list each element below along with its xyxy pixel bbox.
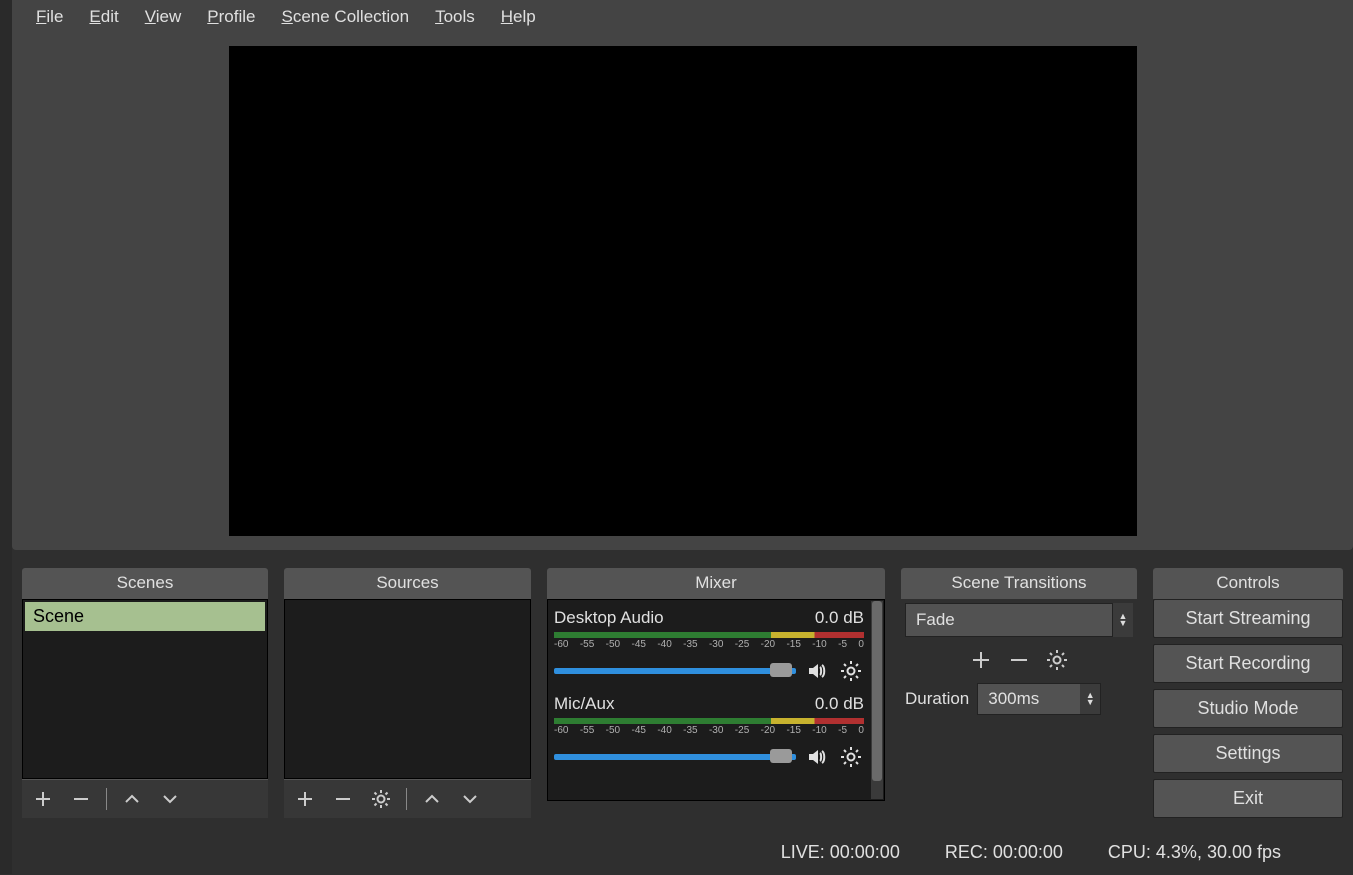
source-properties-button[interactable]	[368, 786, 394, 812]
settings-button[interactable]: Settings	[1153, 734, 1343, 773]
preview-area	[12, 34, 1353, 550]
scenes-title: Scenes	[22, 568, 268, 599]
menu-file[interactable]: File	[36, 7, 63, 27]
status-cpu: CPU: 4.3%, 30.00 fps	[1108, 842, 1281, 863]
volume-slider[interactable]	[554, 668, 796, 674]
channel-db: 0.0 dB	[815, 694, 864, 714]
panels-row: Scenes Scene Sources Mixer	[12, 550, 1353, 826]
volume-meter	[554, 632, 864, 638]
duration-label: Duration	[905, 689, 969, 709]
gear-icon[interactable]	[838, 744, 864, 770]
audio-channel: Desktop Audio 0.0 dB -60-55-50-45-40-35-…	[548, 600, 870, 686]
menu-view[interactable]: View	[145, 7, 182, 27]
move-source-down-button[interactable]	[457, 786, 483, 812]
transition-select[interactable]: Fade	[905, 603, 1113, 637]
scene-item[interactable]: Scene	[25, 602, 265, 631]
speaker-icon[interactable]	[804, 744, 830, 770]
audio-channel: Mic/Aux 0.0 dB -60-55-50-45-40-35-30-25-…	[548, 686, 870, 772]
move-scene-up-button[interactable]	[119, 786, 145, 812]
menu-edit[interactable]: Edit	[89, 7, 118, 27]
move-source-up-button[interactable]	[419, 786, 445, 812]
status-live: LIVE: 00:00:00	[781, 842, 900, 863]
slider-thumb[interactable]	[770, 749, 792, 763]
scenes-panel: Scenes Scene	[22, 568, 268, 818]
transitions-panel: Scene Transitions Fade ▲▼ Duration 300ms…	[901, 568, 1137, 818]
divider	[106, 788, 107, 810]
sources-title: Sources	[284, 568, 531, 599]
exit-button[interactable]: Exit	[1153, 779, 1343, 818]
meter-marks: -60-55-50-45-40-35-30-25-20-15-10-50	[554, 725, 864, 736]
mixer-panel: Mixer Desktop Audio 0.0 dB -60-55-50-45-…	[547, 568, 885, 818]
channel-name: Mic/Aux	[554, 694, 614, 714]
menu-scene-collection[interactable]: Scene Collection	[281, 7, 409, 27]
volume-slider[interactable]	[554, 754, 796, 760]
move-scene-down-button[interactable]	[157, 786, 183, 812]
mixer-title: Mixer	[547, 568, 885, 599]
menu-profile[interactable]: Profile	[207, 7, 255, 27]
volume-meter	[554, 718, 864, 724]
sources-list[interactable]	[284, 599, 531, 779]
divider	[406, 788, 407, 810]
duration-spin[interactable]: ▲▼	[1080, 684, 1100, 714]
transition-select-spin[interactable]: ▲▼	[1113, 603, 1133, 637]
mixer-body: Desktop Audio 0.0 dB -60-55-50-45-40-35-…	[547, 599, 885, 801]
menu-tools[interactable]: Tools	[435, 7, 475, 27]
controls-panel: Controls Start Streaming Start Recording…	[1153, 568, 1343, 818]
add-transition-button[interactable]	[968, 647, 994, 673]
sources-panel: Sources	[284, 568, 531, 818]
add-scene-button[interactable]	[30, 786, 56, 812]
mixer-scrollbar[interactable]	[871, 601, 883, 799]
remove-scene-button[interactable]	[68, 786, 94, 812]
menu-help[interactable]: Help	[501, 7, 536, 27]
remove-transition-button[interactable]	[1006, 647, 1032, 673]
transition-selected: Fade	[916, 610, 955, 630]
window-edge	[0, 0, 12, 874]
slider-thumb[interactable]	[770, 663, 792, 677]
transitions-title: Scene Transitions	[901, 568, 1137, 599]
status-rec: REC: 00:00:00	[945, 842, 1063, 863]
scenes-tools	[22, 779, 268, 818]
duration-input[interactable]: 300ms	[978, 684, 1080, 714]
controls-title: Controls	[1153, 568, 1343, 599]
meter-marks: -60-55-50-45-40-35-30-25-20-15-10-50	[554, 639, 864, 650]
transition-properties-button[interactable]	[1044, 647, 1070, 673]
speaker-icon[interactable]	[804, 658, 830, 684]
preview-canvas[interactable]	[229, 46, 1137, 536]
channel-name: Desktop Audio	[554, 608, 664, 628]
gear-icon[interactable]	[838, 658, 864, 684]
studio-mode-button[interactable]: Studio Mode	[1153, 689, 1343, 728]
sources-tools	[284, 779, 531, 818]
menubar: File Edit View Profile Scene Collection …	[12, 0, 1353, 34]
channel-db: 0.0 dB	[815, 608, 864, 628]
add-source-button[interactable]	[292, 786, 318, 812]
scenes-list[interactable]: Scene	[22, 599, 268, 779]
start-recording-button[interactable]: Start Recording	[1153, 644, 1343, 683]
statusbar: LIVE: 00:00:00 REC: 00:00:00 CPU: 4.3%, …	[12, 826, 1353, 875]
remove-source-button[interactable]	[330, 786, 356, 812]
scrollbar-thumb[interactable]	[872, 601, 882, 781]
start-streaming-button[interactable]: Start Streaming	[1153, 599, 1343, 638]
